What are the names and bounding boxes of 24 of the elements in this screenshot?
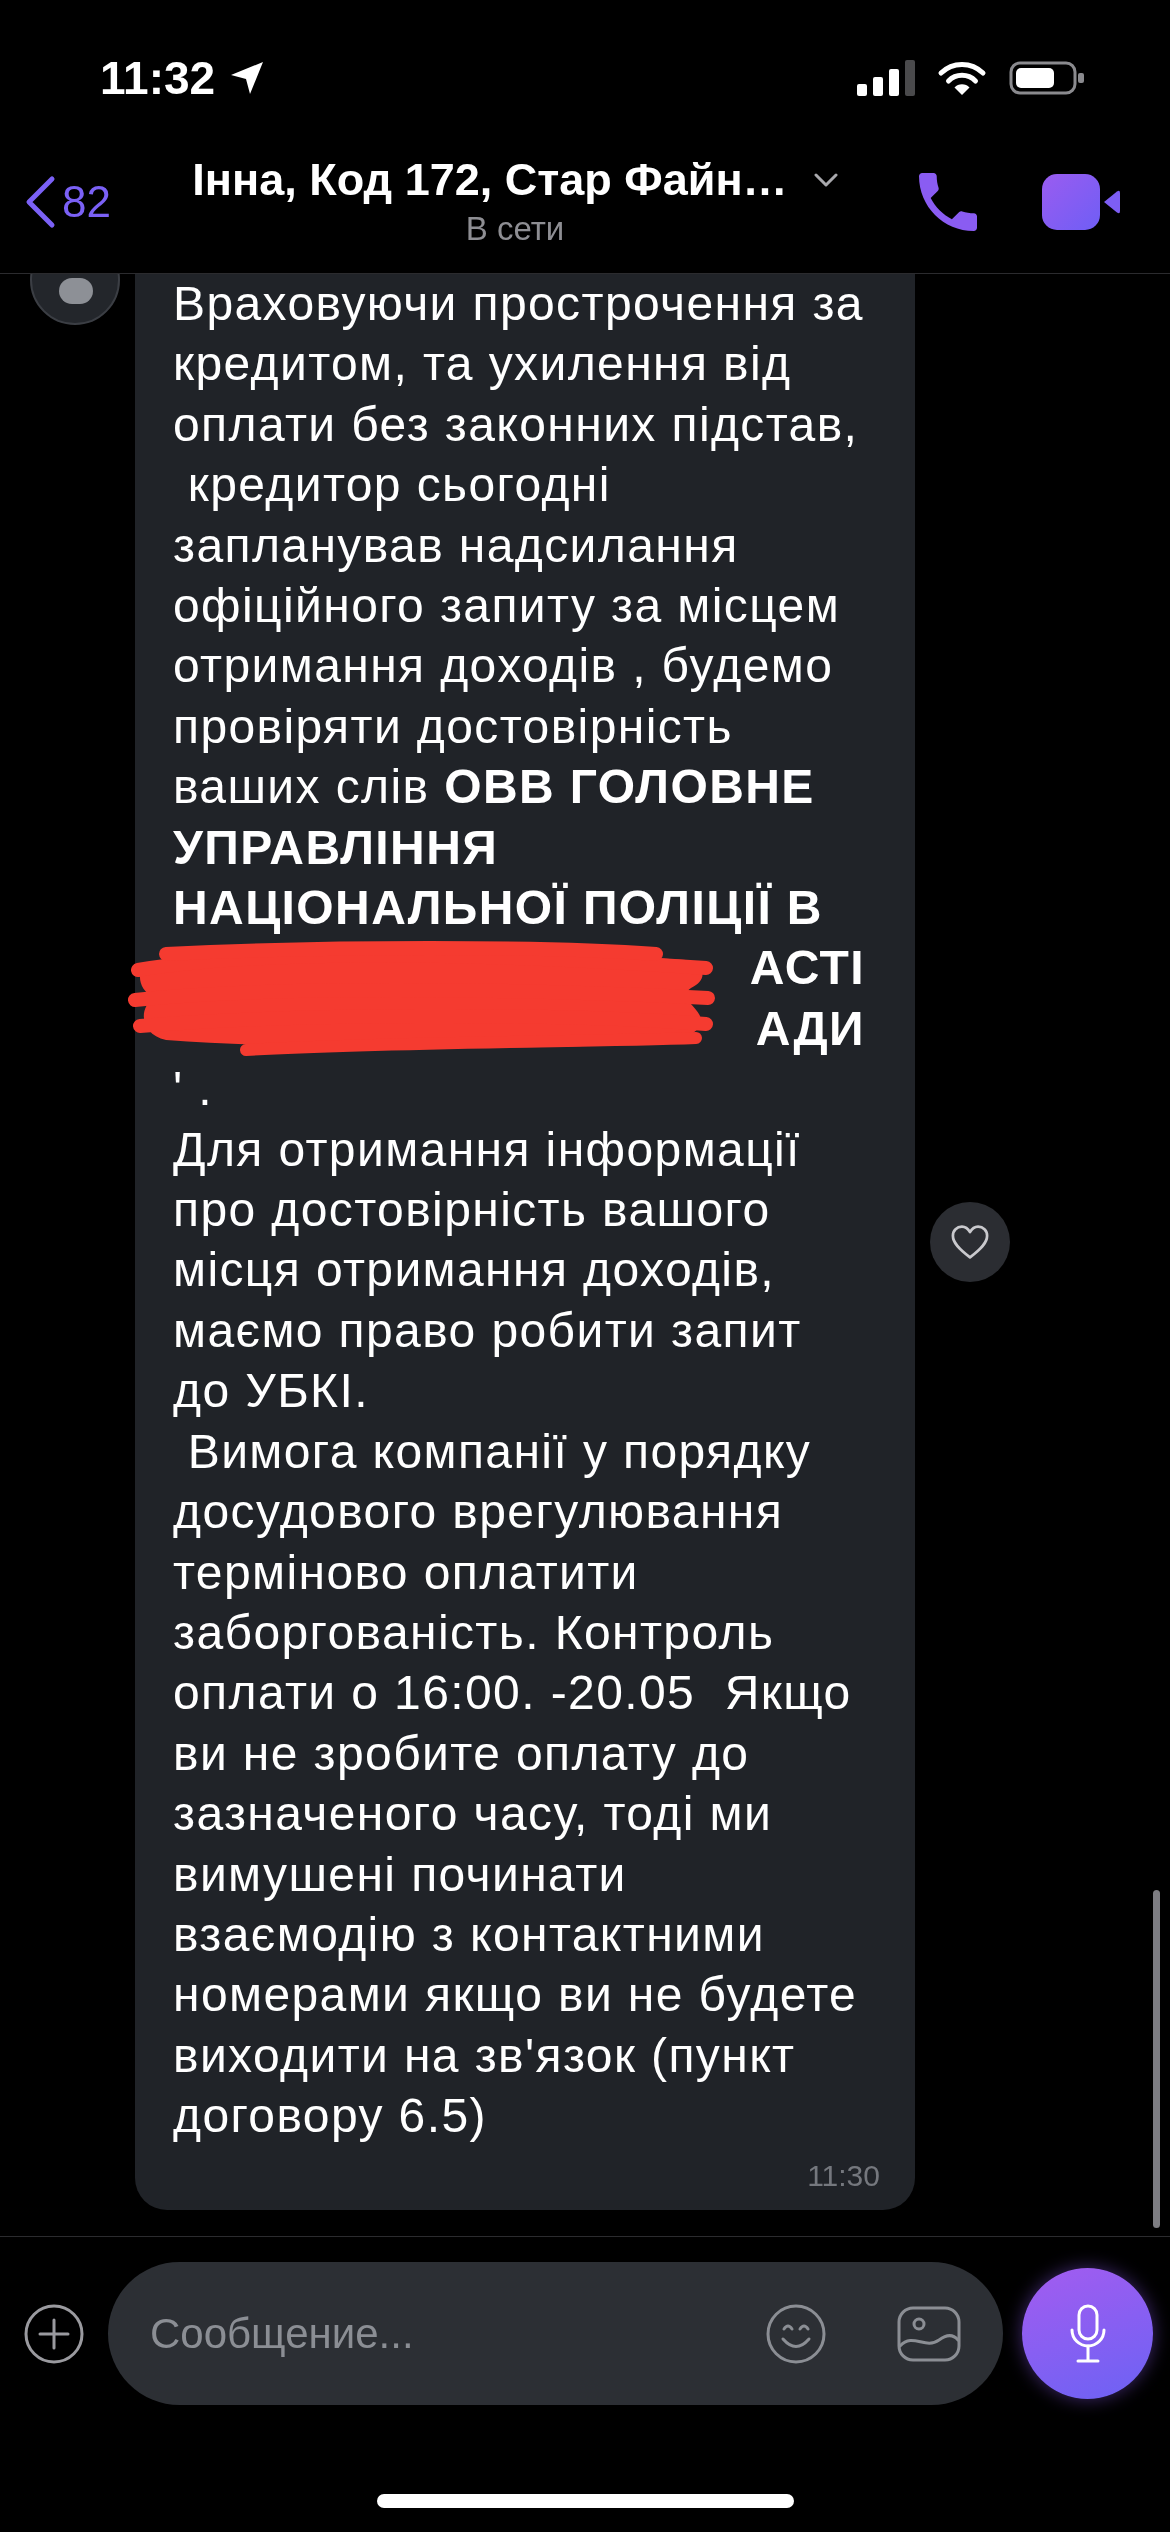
location-arrow-icon (229, 60, 266, 96)
message-text-fragment: АСТІ (749, 940, 865, 997)
chat-title-button[interactable]: Інна, Код 172, Стар Файн… (192, 154, 838, 205)
chevron-down-icon (813, 172, 838, 187)
status-time: 11:32 (100, 56, 216, 100)
battery-icon (1009, 60, 1085, 96)
video-camera-icon[interactable] (1042, 173, 1120, 230)
message-text-fragment: АДИ (755, 1000, 865, 1057)
online-status: В сети (465, 208, 565, 249)
message-text: ' . Для отримання інформації про достовірність вашого місця отримання доходів, маємо право робити запит до УБКІ. Вимога компанії у порядку досудового врегулювання терміново оплатити заборгованість. Контроль оплати о 16:00. -20.05 Якщо ви не зробите оплату до зазначеного часу, тоді ми вимушені починати взаємодію з контактними номерами якщо ви не будете виходити на зв'язок (пункт договору 6.5) (173, 1061, 859, 2145)
wifi-icon (937, 60, 987, 96)
smiley-icon[interactable] (766, 2303, 826, 2364)
phone-icon[interactable] (919, 172, 977, 231)
message-time: 11:30 (806, 2157, 881, 2194)
chevron-left-icon (24, 174, 56, 229)
message-field[interactable]: Сообщение... (108, 2262, 1003, 2405)
message-text: Враховуючи прострочення за кредитом, та ухилення від оплати без законних підстав, кредитор сьогодні запланував надсилання офіційного запиту за місцем отримання доходів , будемо провіряти достовірність ваших слів ОВВ ГОЛОВНЕ УПРАВЛІННЯ НАЦІОНАЛЬНОЇ ПОЛІЦІЇ В (173, 276, 865, 937)
voice-message-button[interactable] (1022, 2268, 1153, 2399)
signal-icon (857, 60, 915, 96)
image-icon[interactable] (897, 2305, 961, 2362)
plus-circle-icon[interactable] (24, 2303, 84, 2364)
message-input[interactable]: Сообщение... (150, 2305, 736, 2362)
back-button[interactable]: 82 (24, 174, 111, 229)
heart-icon (950, 1223, 990, 1260)
